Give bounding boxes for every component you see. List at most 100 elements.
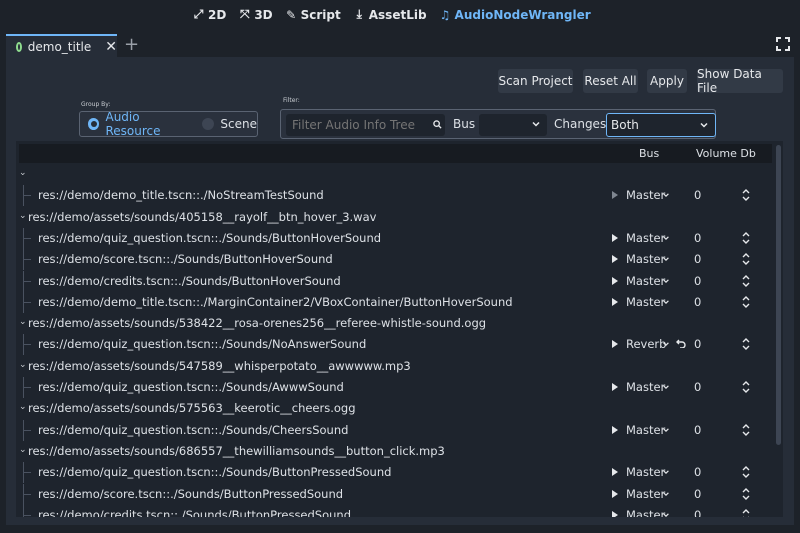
reset-all-button[interactable]: Reset All [583, 69, 638, 93]
volume-spinbox[interactable]: 0 [694, 423, 701, 437]
volume-spinbox[interactable]: 0 [694, 295, 701, 309]
chevron-down-icon [663, 278, 669, 283]
scene-ring-icon [16, 42, 22, 52]
show-data-file-button[interactable]: Show Data File [697, 67, 783, 95]
tree-row-label: res://demo/assets/sounds/575563__keeroti… [28, 401, 356, 416]
play-icon[interactable] [612, 468, 618, 477]
tree-group-row[interactable]: ⌄ res://demo/assets/sounds/547589__whispe… [16, 356, 776, 377]
spinner-arrows-icon[interactable] [742, 337, 750, 351]
play-icon[interactable] [612, 191, 618, 200]
bus-dropdown[interactable]: Master [626, 465, 665, 479]
volume-spinbox[interactable]: 0 [694, 231, 701, 245]
tree-item-row[interactable]: res://demo/credits.tscn::./Sounds/Button… [16, 504, 776, 517]
play-icon[interactable] [612, 255, 618, 264]
tree-scrollbar[interactable] [776, 145, 781, 445]
tree-item-row[interactable]: res://demo/quiz_question.tscn::./Sounds/… [16, 334, 776, 356]
tree-guide-line [23, 195, 31, 197]
bus-dropdown[interactable]: Master [626, 508, 665, 517]
tree-group-row[interactable]: ⌄ res://demo/assets/sounds/686557__thewil… [16, 441, 776, 462]
maximize-icon[interactable] [776, 37, 790, 51]
spinner-arrows-icon[interactable] [742, 465, 750, 479]
spinner-arrows-icon[interactable] [742, 252, 750, 266]
bus-dropdown[interactable]: Master [626, 487, 665, 501]
apply-button[interactable]: Apply [647, 69, 687, 93]
tree-group-row[interactable]: ⌄ res://demo/assets/sounds/405158__rayolf… [16, 207, 776, 228]
tree-item-row[interactable]: res://demo/score.tscn::./Sounds/ButtonHo… [16, 249, 776, 271]
collapse-arrow-icon[interactable]: ⌄ [19, 168, 27, 178]
bus-dropdown[interactable]: Master [626, 423, 665, 437]
spinner-arrows-icon[interactable] [742, 423, 750, 437]
tree-item-row[interactable]: res://demo/credits.tscn::./Sounds/Button… [16, 270, 776, 292]
spinner-arrows-icon[interactable] [742, 295, 750, 309]
play-icon[interactable] [612, 276, 618, 285]
collapse-arrow-icon[interactable]: ⌄ [19, 445, 27, 455]
tree-guide-line [23, 301, 31, 303]
tree-guide-line [23, 387, 31, 388]
workspace-tab-audionodewrangler[interactable]: ♫ AudioNodeWrangler [439, 7, 591, 22]
group-by-audio-resource-radio[interactable]: Audio Resource [88, 110, 194, 138]
chevron-down-icon [663, 257, 669, 262]
spinner-arrows-icon[interactable] [742, 380, 750, 394]
volume-spinbox[interactable]: 0 [694, 337, 701, 351]
spinner-arrows-icon[interactable] [742, 508, 750, 517]
bus-dropdown[interactable]: Master [626, 188, 665, 202]
spinner-arrows-icon[interactable] [742, 231, 750, 245]
close-icon[interactable]: ✕ [105, 40, 117, 54]
spinner-arrows-icon[interactable] [742, 274, 750, 288]
tree-group-row[interactable]: ⌄ [16, 164, 776, 185]
scan-project-button[interactable]: Scan Project [498, 69, 573, 93]
volume-spinbox[interactable]: 0 [694, 508, 701, 517]
tree-item-row[interactable]: res://demo/demo_title.tscn::./MarginCont… [16, 291, 776, 313]
audio-info-tree[interactable]: Bus Volume Db ⌄ res://demo/demo_title.tsc… [16, 141, 783, 517]
play-icon[interactable] [612, 425, 618, 434]
tree-item-row[interactable]: res://demo/quiz_question.tscn::./Sounds/… [16, 227, 776, 249]
spinner-arrows-icon[interactable] [742, 487, 750, 501]
tree-item-row[interactable]: res://demo/demo_title.tscn::./NoStreamTe… [16, 185, 776, 207]
tree-group-row[interactable]: ⌄ res://demo/assets/sounds/575563__keerot… [16, 398, 776, 419]
volume-spinbox[interactable]: 0 [694, 487, 701, 501]
volume-spinbox[interactable]: 0 [694, 252, 701, 266]
play-icon[interactable] [612, 489, 618, 498]
search-input[interactable] [286, 114, 445, 136]
bus-dropdown[interactable]: Reverb [626, 337, 666, 351]
collapse-arrow-icon[interactable]: ⌄ [19, 360, 27, 370]
changes-filter-select[interactable]: Both [606, 113, 716, 137]
play-icon[interactable] [612, 340, 618, 349]
changes-filter-label: Changes [554, 117, 607, 131]
radio-selected-icon [88, 118, 100, 130]
volume-spinbox[interactable]: 0 [694, 380, 701, 394]
tree-item-row[interactable]: res://demo/quiz_question.tscn::./Sounds/… [16, 462, 776, 484]
volume-spinbox[interactable]: 0 [694, 274, 701, 288]
tree-row-label: res://demo/assets/sounds/538422__rosa-or… [28, 316, 487, 331]
tree-group-row[interactable]: ⌄ res://demo/assets/sounds/538422__rosa-o… [16, 313, 776, 334]
play-icon[interactable] [612, 233, 618, 242]
bus-filter-select[interactable] [479, 114, 547, 136]
group-by-scene-radio[interactable]: Scene [202, 117, 257, 131]
workspace-tab-3d[interactable]: ⤧ 3D [238, 7, 273, 22]
tree-item-row[interactable]: res://demo/score.tscn::./Sounds/ButtonPr… [16, 483, 776, 505]
add-tab-icon[interactable]: + [124, 35, 139, 55]
tree-item-row[interactable]: res://demo/quiz_question.tscn::./Sounds/… [16, 419, 776, 441]
workspace-tab-assetlib[interactable]: ⤓ AssetLib [353, 7, 427, 22]
bus-dropdown[interactable]: Master [626, 231, 665, 245]
bus-dropdown[interactable]: Master [626, 252, 665, 266]
tree-item-row[interactable]: res://demo/quiz_question.tscn::./Sounds/… [16, 377, 776, 398]
spinner-arrows-icon[interactable] [742, 188, 750, 202]
bus-dropdown[interactable]: Master [626, 380, 665, 394]
volume-spinbox[interactable]: 0 [694, 188, 701, 202]
chevron-down-icon [663, 427, 669, 432]
play-icon[interactable] [612, 297, 618, 306]
play-icon[interactable] [612, 510, 618, 517]
tree-row-label: res://demo/assets/sounds/547589__whisper… [28, 358, 411, 373]
volume-spinbox[interactable]: 0 [694, 465, 701, 479]
collapse-arrow-icon[interactable]: ⌄ [19, 402, 27, 412]
revert-icon[interactable] [676, 338, 686, 349]
play-icon[interactable] [612, 383, 618, 391]
collapse-arrow-icon[interactable]: ⌄ [19, 211, 27, 221]
bus-dropdown[interactable]: Master [626, 295, 665, 309]
scene-tab-demo-title[interactable]: demo_title ✕ [6, 34, 117, 58]
collapse-arrow-icon[interactable]: ⌄ [19, 317, 27, 327]
bus-dropdown[interactable]: Master [626, 274, 665, 288]
workspace-tab-script[interactable]: ✎ Script [285, 7, 341, 22]
workspace-tab-2d[interactable]: ⤢ 2D [192, 7, 227, 22]
